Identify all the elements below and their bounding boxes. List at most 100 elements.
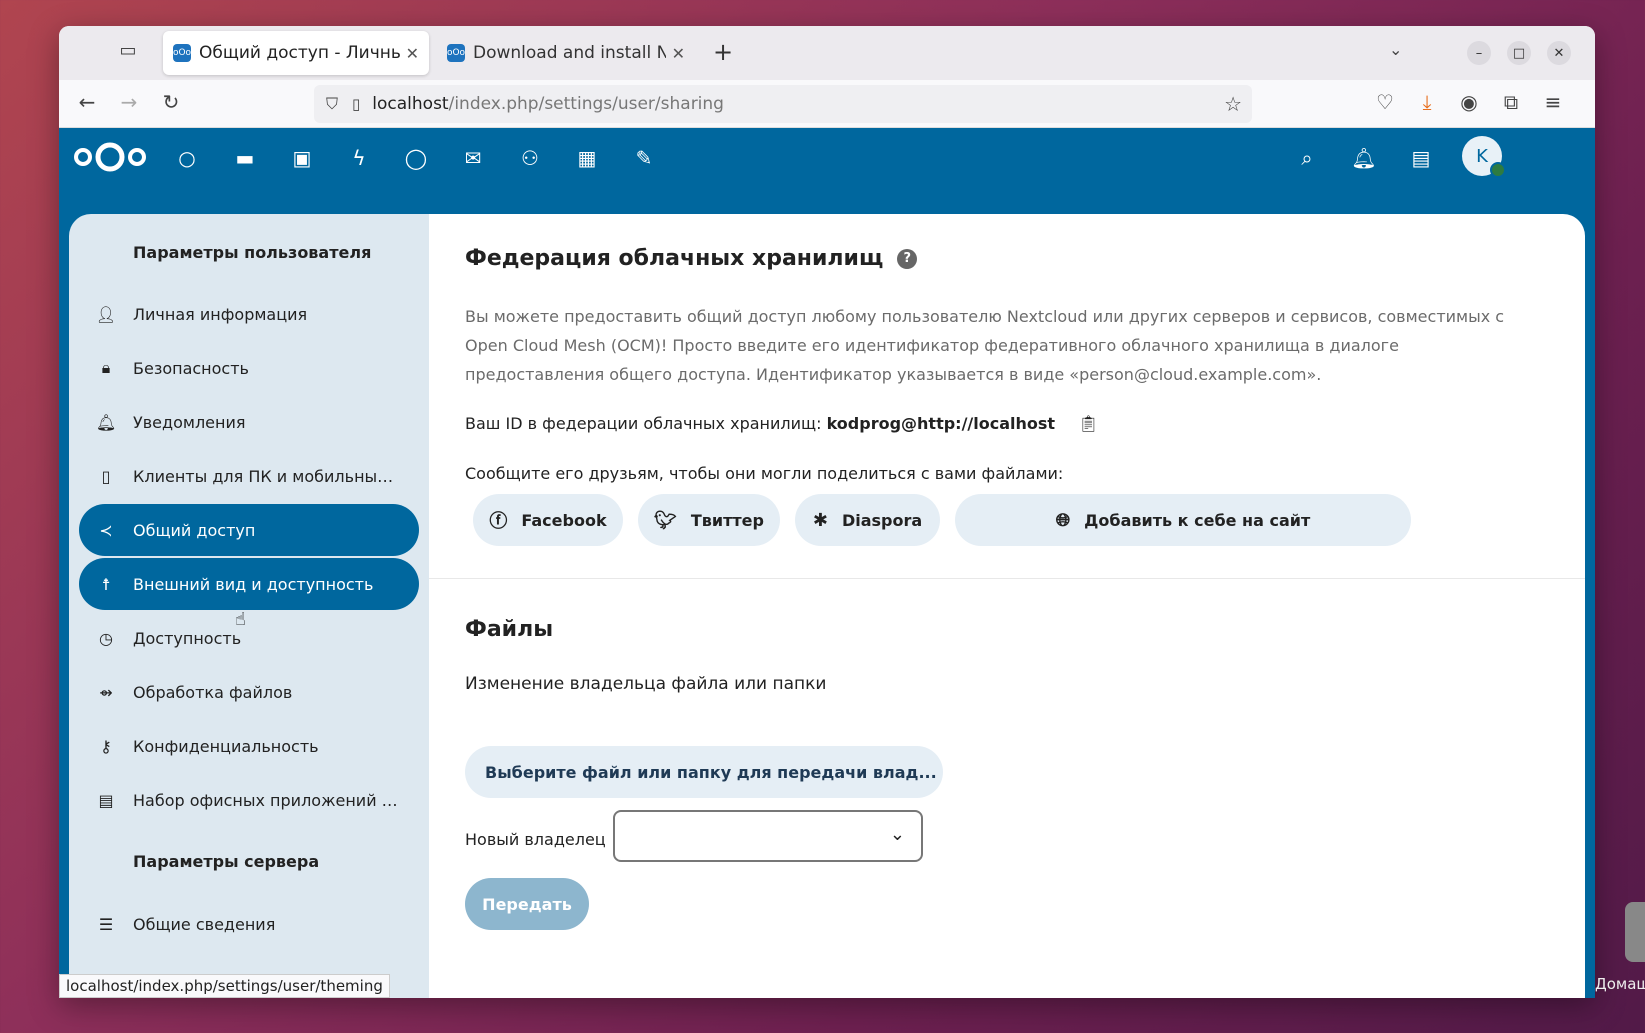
diaspora-label: Diaspora xyxy=(841,510,923,530)
key-icon: ⚷ xyxy=(100,736,112,756)
twitter-button[interactable]: 🐦︎ Твиттер xyxy=(638,494,780,546)
new-owner-label: Новый владелец xyxy=(465,830,606,849)
tab-download[interactable]: oOo Download and install Ne ✕ xyxy=(437,31,695,75)
shield-icon[interactable]: ⛉ xyxy=(326,94,338,114)
files-subtitle: Изменение владельца файла или папки xyxy=(465,674,827,694)
photos-icon[interactable]: ▣ xyxy=(288,144,316,172)
person-icon: 👤︎ xyxy=(95,304,117,324)
close-window-icon[interactable]: ✕ xyxy=(1547,41,1571,65)
files-title: Файлы xyxy=(465,617,554,642)
pick-file-button[interactable]: Выберите файл или папку для передачи вла… xyxy=(465,746,943,798)
sidebar-item-workflow[interactable]: ⇴ Обработка файлов xyxy=(79,666,419,718)
address-bar[interactable]: ⛉ ▯ localhost/index.php/settings/user/sh… xyxy=(314,85,1252,123)
contacts-icon[interactable]: ⚇ xyxy=(516,144,544,172)
reload-icon[interactable]: ↻ xyxy=(157,90,185,114)
desktop-label: Домаш xyxy=(1595,975,1645,993)
twitter-label: Твиттер xyxy=(690,510,764,530)
sidebar-item-appearance[interactable]: ☨ Внешний вид и доступность xyxy=(79,558,419,610)
mail-icon[interactable]: ✉ xyxy=(459,144,487,172)
sidebar-item-label: Доступность xyxy=(133,628,242,648)
sidebar-item-label: Безопасность xyxy=(133,358,249,378)
desktop-widget xyxy=(1625,902,1645,962)
tab-sharing[interactable]: oOo Общий доступ - Личные ✕ xyxy=(163,31,429,75)
url-host: localhost xyxy=(372,94,449,114)
avatar[interactable]: K xyxy=(1462,136,1506,178)
add-to-site-button[interactable]: 🌐︎ Добавить к себе на сайт xyxy=(955,494,1411,546)
twitter-icon: 🐦︎ xyxy=(654,509,677,531)
add-to-site-label: Добавить к себе на сайт xyxy=(1084,510,1311,530)
sidebar-item-security[interactable]: 🔒︎ Безопасность xyxy=(79,342,419,394)
sidebar-item-label: Внешний вид и доступность xyxy=(133,574,374,594)
document-icon: ▤ xyxy=(98,790,114,810)
nextcloud-header: ○ ▬ ▣ ϟ ◯ ✉ ⚇ ▦ ✎ ⌕ 🔔︎ ▤ K xyxy=(59,128,1595,186)
extensions-icon[interactable]: ⧉ xyxy=(1497,90,1525,114)
close-tab-icon[interactable]: ✕ xyxy=(406,44,419,63)
transfer-button[interactable]: Передать xyxy=(465,878,589,930)
facebook-label: Facebook xyxy=(521,510,607,530)
sidebar-item-notifications[interactable]: 🔔︎ Уведомления xyxy=(79,396,419,448)
sidebar-item-sharing[interactable]: ≺ Общий доступ xyxy=(79,504,419,556)
user-settings-caption: Параметры пользователя xyxy=(133,243,372,262)
sidebar-item-label: Конфиденциальность xyxy=(133,736,319,756)
dashboard-icon[interactable]: ○ xyxy=(173,144,201,172)
close-tab-icon[interactable]: ✕ xyxy=(672,44,685,63)
files-icon[interactable]: ▬ xyxy=(231,144,259,172)
new-owner-select[interactable]: ⌄ xyxy=(613,810,923,862)
browser-window: ▭ oOo Общий доступ - Личные ✕ oOo Downlo… xyxy=(59,26,1595,998)
contacts-menu-icon[interactable]: ▤ xyxy=(1407,144,1435,172)
tab-title: Общий доступ - Личные xyxy=(199,43,400,63)
talk-icon[interactable]: ◯ xyxy=(402,144,430,172)
account-icon[interactable]: ◉ xyxy=(1455,90,1483,114)
federation-description: Вы можете предоставить общий доступ любо… xyxy=(465,307,1505,384)
sidebar-item-label: Набор офисных приложений … xyxy=(133,790,398,810)
sidebar-item-personal-info[interactable]: 👤︎ Личная информация xyxy=(79,288,419,340)
workflow-icon: ⇴ xyxy=(99,682,113,702)
help-icon[interactable]: ? xyxy=(897,248,918,269)
sidebar-item-privacy[interactable]: ⚷ Конфиденциальность xyxy=(79,720,419,772)
chevron-down-icon[interactable]: ⌄ xyxy=(1389,40,1402,59)
activity-icon[interactable]: ϟ xyxy=(345,144,373,172)
notifications-icon[interactable]: 🔔︎ xyxy=(1350,144,1378,172)
minimize-icon[interactable]: – xyxy=(1467,41,1491,65)
clock-icon: ◷ xyxy=(99,628,113,648)
url-text[interactable]: localhost/index.php/settings/user/sharin… xyxy=(372,94,724,114)
phone-icon: ▯ xyxy=(101,466,111,486)
diaspora-button[interactable]: ✱ Diaspora xyxy=(795,494,940,546)
settings-sidebar: Параметры пользователя 👤︎ Личная информа… xyxy=(69,214,429,998)
maximize-icon[interactable]: □ xyxy=(1507,41,1531,65)
federation-title: Федерация облачных хранилищ? xyxy=(465,246,918,271)
facebook-button[interactable]: ⓕ Facebook xyxy=(473,494,623,546)
back-icon[interactable]: ← xyxy=(73,90,101,114)
bell-icon: 🔔︎ xyxy=(95,412,117,432)
navigation-bar: ← → ↻ ⛉ ▯ localhost/index.php/settings/u… xyxy=(59,80,1595,128)
tab-list-icon[interactable]: ▭ xyxy=(115,40,141,66)
bookmark-star-icon[interactable]: ☆ xyxy=(1224,92,1242,116)
lock-icon: 🔒︎ xyxy=(101,358,111,377)
download-icon[interactable]: ⤓ xyxy=(1413,90,1441,114)
federated-id-value: kodprog@http://localhost xyxy=(826,414,1056,433)
pocket-icon[interactable]: ♡ xyxy=(1371,90,1399,114)
mouse-pointer-icon: ☝ xyxy=(235,609,246,630)
nextcloud-favicon-icon: oOo xyxy=(447,44,465,62)
sidebar-item-overview[interactable]: ☰ Общие сведения xyxy=(79,898,419,950)
tab-strip: ▭ oOo Общий доступ - Личные ✕ oOo Downlo… xyxy=(59,26,1595,80)
menu-icon[interactable]: ≡ xyxy=(1539,90,1567,114)
clipboard-icon[interactable]: 📋︎ xyxy=(1078,414,1098,433)
new-tab-icon[interactable]: + xyxy=(713,38,733,66)
sidebar-item-availability[interactable]: ◷ Доступность xyxy=(79,612,419,664)
forward-icon[interactable]: → xyxy=(115,90,143,114)
sidebar-item-clients[interactable]: ▯ Клиенты для ПК и мобильны… xyxy=(79,450,419,502)
search-icon[interactable]: ⌕ xyxy=(1293,144,1321,172)
federation-title-text: Федерация облачных хранилищ xyxy=(465,246,884,271)
sidebar-item-label: Клиенты для ПК и мобильны… xyxy=(133,466,394,486)
app-body: Параметры пользователя 👤︎ Личная информа… xyxy=(59,186,1595,998)
accessibility-icon: ☨ xyxy=(101,574,111,594)
sidebar-item-label: Обработка файлов xyxy=(133,682,293,702)
federated-id-label: Ваш ID в федерации облачных хранилищ: xyxy=(465,414,822,433)
sidebar-item-office[interactable]: ▤ Набор офисных приложений … xyxy=(79,774,419,826)
nextcloud-logo-icon[interactable] xyxy=(73,140,147,174)
calendar-icon[interactable]: ▦ xyxy=(573,144,601,172)
notes-icon[interactable]: ✎ xyxy=(630,144,658,172)
chevron-down-icon[interactable]: ⌄ xyxy=(890,824,905,845)
online-status-dot xyxy=(1490,162,1506,178)
